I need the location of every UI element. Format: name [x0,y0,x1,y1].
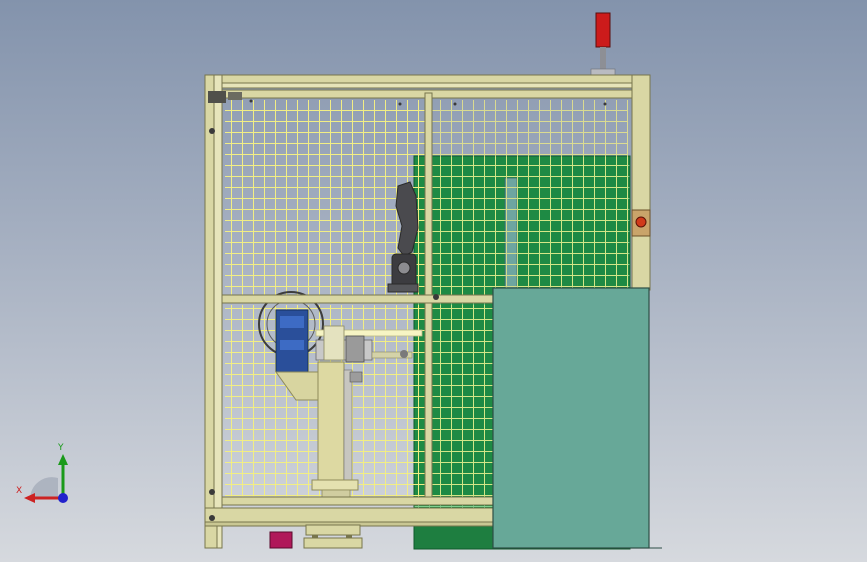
z-axis-dot [58,493,68,503]
cad-model-view[interactable] [0,0,867,562]
x-axis-label: X [16,486,23,496]
signal-tower [590,12,616,76]
graphics-viewport[interactable]: X Y [0,0,867,562]
control-cabinet [492,287,662,549]
y-axis-label: Y [58,443,64,453]
base-feet [269,524,363,549]
mesh-panel-bottom-right [431,305,493,497]
mesh-panel-top-right [431,100,628,295]
coordinate-triad: X Y [12,440,78,510]
emergency-stop-button [631,209,651,237]
triad-graphic [24,454,68,503]
